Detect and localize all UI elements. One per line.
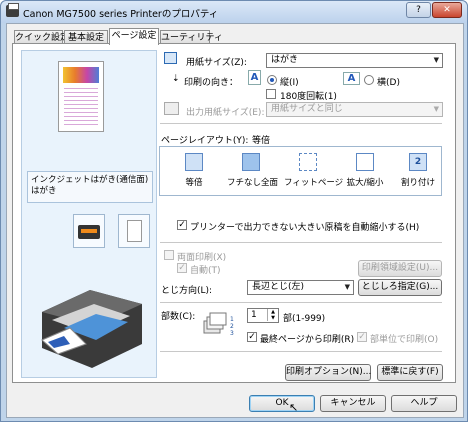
- landscape-radio[interactable]: [364, 75, 374, 85]
- copies-icon: 1 2 3: [203, 312, 234, 337]
- last-page-first-checkbox[interactable]: ✓: [247, 332, 257, 342]
- divider: [160, 302, 442, 303]
- printer-illustration: [41, 290, 142, 368]
- media-info-text: インクジェットはがき(通信面) はがき: [31, 175, 149, 196]
- svg-text:3: 3: [230, 330, 234, 337]
- output-size-label: 出力用紙サイズ(E):: [186, 108, 265, 118]
- close-icon[interactable]: ✕: [432, 2, 462, 18]
- page-layout-list: 等倍 フチなし全面 フィットページ 拡大/縮小 2 割り付け: [159, 146, 442, 196]
- preview-image: [63, 67, 99, 83]
- help-icon[interactable]: ?: [406, 2, 431, 18]
- auto-shrink-checkbox[interactable]: ✓: [177, 220, 187, 230]
- portrait-label: 縦(I): [280, 78, 299, 88]
- help-button[interactable]: ヘルプ: [391, 395, 457, 412]
- ok-button[interactable]: OK: [249, 395, 315, 412]
- output-size-icon: [164, 102, 179, 115]
- layout-borderless-icon: [242, 153, 260, 171]
- layout-normal-label: 等倍: [185, 178, 203, 188]
- orientation-label: 印刷の向き：: [184, 78, 239, 88]
- layout-fit-page[interactable]: フィットページ: [284, 153, 344, 188]
- page-size-icon: [164, 52, 177, 64]
- orientation-arrow-icon: ⇣: [172, 74, 180, 84]
- page-size-select[interactable]: はがき: [266, 53, 443, 68]
- duplex-auto-checkbox[interactable]: ✓: [177, 263, 187, 273]
- rotate-180-label: 180度回転(1): [280, 92, 337, 102]
- copies-down-icon[interactable]: ▼: [267, 315, 278, 321]
- page-layout-current: 等倍: [252, 136, 271, 146]
- duplex-label: 両面印刷(X): [177, 253, 227, 263]
- collate-checkbox[interactable]: ✓: [357, 332, 367, 342]
- copies-range: 部(1-999): [283, 314, 326, 324]
- tray-button[interactable]: [73, 214, 105, 248]
- divider: [160, 242, 442, 243]
- layout-fit-page-icon: [299, 153, 317, 171]
- layout-normal[interactable]: 等倍: [170, 153, 218, 188]
- title-bar: Canon MG7500 series Printerのプロパティ ? ✕: [1, 1, 467, 23]
- duplex-checkbox[interactable]: [164, 250, 174, 260]
- layout-normal-icon: [185, 153, 203, 171]
- portrait-icon: A: [248, 70, 261, 85]
- binding-margin-button[interactable]: とじしろ指定(G)...: [358, 279, 442, 296]
- page-preview: [58, 61, 104, 132]
- layout-n-up-label: 割り付け: [400, 178, 435, 188]
- page-layout-label: ページレイアウト(Y):: [161, 136, 249, 146]
- rotate-180-checkbox[interactable]: [266, 89, 276, 99]
- print-area-button[interactable]: 印刷領域設定(U)...: [358, 260, 442, 277]
- landscape-icon: A: [343, 72, 360, 85]
- auto-shrink-label: プリンターで出力できない大きい原稿を自動縮小する(H): [190, 223, 420, 233]
- mouse-cursor-icon: ↖: [289, 401, 299, 414]
- divider: [160, 123, 442, 124]
- media-info: インクジェットはがき(通信面) はがき: [27, 171, 153, 203]
- last-page-first-label: 最終ページから印刷(R): [260, 335, 355, 345]
- cancel-button[interactable]: キャンセル: [320, 395, 386, 412]
- output-size-select[interactable]: 用紙サイズと同じ: [266, 102, 443, 117]
- page-size-label: 用紙サイズ(Z):: [186, 58, 247, 68]
- copies-input[interactable]: 1 ▲ ▼: [247, 308, 279, 323]
- layout-borderless[interactable]: フチなし全面: [227, 153, 279, 188]
- layout-scaled-label: 拡大/縮小: [346, 178, 384, 188]
- copies-label: 部数(C):: [161, 312, 196, 322]
- divider: [160, 351, 442, 352]
- svg-text:2: 2: [230, 323, 234, 330]
- print-options-button[interactable]: 印刷オプション(N)...: [285, 364, 371, 381]
- binding-label: とじ方向(L):: [161, 286, 213, 296]
- copies-value: 1: [251, 310, 257, 320]
- collate-label: 部単位で印刷(O): [370, 335, 439, 345]
- tab-page-setup[interactable]: ページ設定: [109, 28, 159, 45]
- portrait-radio[interactable]: [267, 75, 277, 85]
- window-title: Canon MG7500 series Printerのプロパティ: [23, 9, 219, 20]
- svg-text:1: 1: [230, 316, 234, 323]
- defaults-button[interactable]: 標準に戻す(F): [377, 364, 443, 381]
- landscape-label: 横(D): [377, 78, 400, 88]
- layout-scaled[interactable]: 拡大/縮小: [341, 153, 389, 188]
- layout-scaled-icon: [356, 153, 374, 171]
- layout-n-up[interactable]: 2 割り付け: [394, 153, 442, 188]
- binding-select[interactable]: 長辺とじ(左): [247, 280, 354, 295]
- duplex-auto-label: 自動(T): [190, 266, 221, 276]
- layout-fit-page-label: フィットページ: [284, 178, 344, 188]
- printer-icon: [6, 3, 19, 17]
- layout-borderless-label: フチなし全面: [227, 178, 279, 188]
- layout-n-up-icon: 2: [409, 153, 427, 171]
- paper-button[interactable]: [118, 214, 150, 248]
